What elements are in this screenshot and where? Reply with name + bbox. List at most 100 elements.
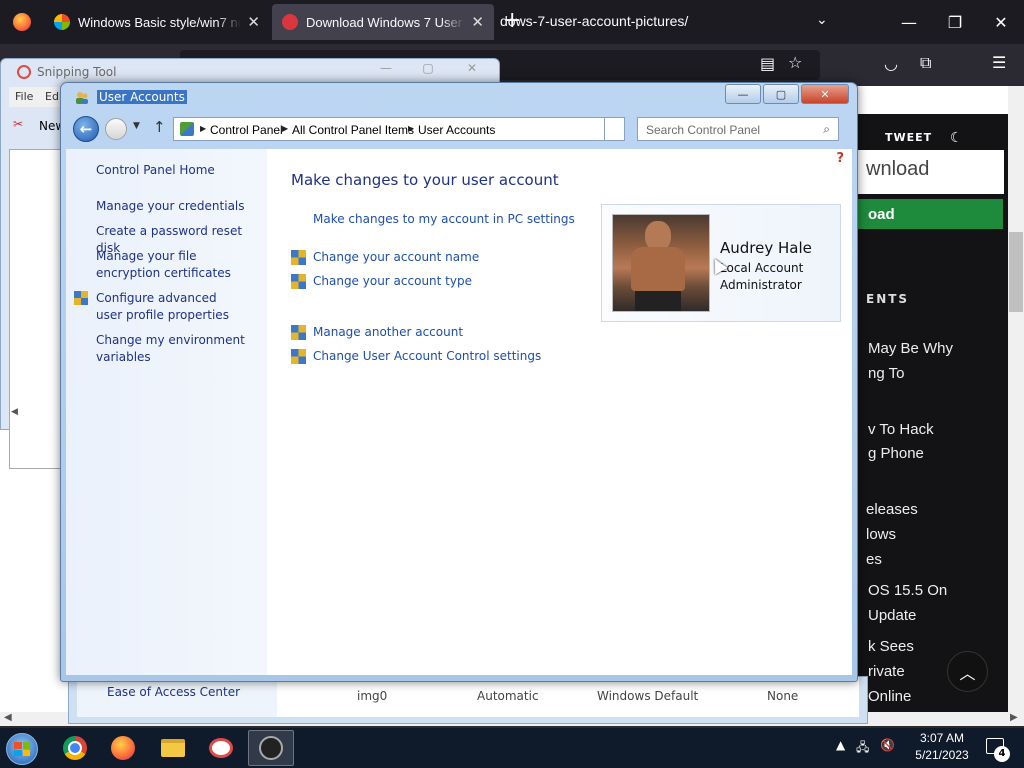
article-link[interactable]: ng To <box>868 361 904 386</box>
maximize-button[interactable]: ▢ <box>763 84 799 104</box>
taskbar-file-explorer[interactable] <box>150 730 196 766</box>
firefox-menu-button[interactable] <box>0 0 43 44</box>
tab-label: Download Windows 7 User Ac <box>306 14 466 30</box>
close-button[interactable]: ✕ <box>801 84 849 104</box>
hamburger-menu-icon[interactable]: ☰ <box>992 53 1006 72</box>
breadcrumb-user-accounts[interactable]: User Accounts <box>418 123 495 137</box>
manage-credentials-link[interactable]: Manage your credentials <box>96 198 245 215</box>
help-icon[interactable]: ? <box>836 151 844 166</box>
start-button[interactable] <box>6 733 38 765</box>
users-icon <box>76 92 88 104</box>
uac-shield-icon <box>291 274 306 289</box>
article-link[interactable]: Online <box>868 684 911 709</box>
breadcrumb-arrow-icon[interactable]: ▶ <box>408 124 414 133</box>
bookmark-star-icon[interactable]: ☆ <box>788 53 802 72</box>
article-link[interactable]: v To Hack <box>868 417 934 442</box>
manage-another-account-link[interactable]: Manage another account <box>313 325 463 339</box>
article-link[interactable]: es <box>866 547 882 572</box>
pocket-icon[interactable]: ◡ <box>884 54 898 73</box>
address-bar[interactable]: ▶ Control Panel ▶ All Control Panel Item… <box>173 117 625 141</box>
account-type: Local Account <box>720 261 804 275</box>
minimize-button[interactable]: — <box>886 0 932 44</box>
dark-mode-icon[interactable]: ☾ <box>950 130 963 146</box>
ease-of-access-link[interactable]: Ease of Access Center <box>107 685 240 699</box>
chevron-up-icon: ︿ <box>959 663 976 683</box>
extensions-icon[interactable]: ⧉ <box>920 53 931 73</box>
control-panel-home-link[interactable]: Control Panel Home <box>96 162 215 179</box>
taskbar-chrome[interactable] <box>52 730 98 766</box>
download-heading: wnload <box>866 158 930 180</box>
network-icon[interactable]: 🖧 <box>856 738 869 759</box>
reader-view-icon[interactable]: ▤ <box>760 54 775 73</box>
article-link[interactable]: rivate <box>868 659 905 684</box>
browser-tab-2[interactable]: Download Windows 7 User Ac ✕ <box>272 4 494 40</box>
maximize-button[interactable]: ▢ <box>413 61 443 75</box>
change-account-name-link[interactable]: Change your account name <box>313 250 479 264</box>
search-input[interactable]: Search Control Panel ⌕ <box>637 117 839 141</box>
close-button[interactable]: ✕ <box>457 61 487 75</box>
list-all-tabs-button[interactable]: ⌄ <box>816 12 828 28</box>
main-content-pane: ? Make changes to your user account Make… <box>267 149 852 675</box>
article-link[interactable]: k Sees <box>868 634 914 659</box>
snipping-tool-icon <box>17 65 31 79</box>
advanced-profile-link[interactable]: Configure advanced user profile properti… <box>96 290 246 324</box>
uac-shield-icon <box>74 291 88 305</box>
scroll-left-icon[interactable]: ◀ <box>4 712 12 723</box>
article-link[interactable]: OS 15.5 On <box>868 578 947 603</box>
article-link[interactable]: Update <box>868 603 916 628</box>
article-link[interactable]: eleases <box>866 497 918 522</box>
up-arrow-icon[interactable]: ↑ <box>153 118 166 136</box>
menu-file[interactable]: File <box>15 90 33 103</box>
scissors-icon: ✂ <box>13 117 24 131</box>
tab-close-icon[interactable]: ✕ <box>247 13 260 31</box>
scroll-to-top-button[interactable]: ︿ <box>947 651 988 692</box>
background-window: Ease of Access Center img0 Automatic Win… <box>68 676 868 724</box>
avatar-torso <box>631 247 685 291</box>
search-icon[interactable]: ⌕ <box>823 122 830 137</box>
file-encryption-link[interactable]: Manage your file encryption certificates <box>96 248 261 282</box>
recent-pages-icon[interactable]: ▼ <box>133 121 140 131</box>
taskbar-obs[interactable] <box>248 730 294 766</box>
close-button[interactable]: ✕ <box>978 0 1024 44</box>
breadcrumb-control-panel[interactable]: Control Panel <box>210 123 283 137</box>
article-link[interactable]: g Phone <box>868 441 924 466</box>
pc-settings-link[interactable]: Make changes to my account in PC setting… <box>313 212 575 226</box>
window-body: Control Panel Home Manage your credentia… <box>66 149 852 675</box>
site-favicon-icon <box>282 14 298 30</box>
back-button[interactable]: ← <box>73 116 99 142</box>
maximize-button[interactable]: ❐ <box>932 0 978 44</box>
uac-settings-link[interactable]: Change User Account Control settings <box>313 349 541 363</box>
article-link[interactable]: lows <box>866 522 896 547</box>
change-account-type-link[interactable]: Change your account type <box>313 274 472 288</box>
breadcrumb-all-items[interactable]: All Control Panel Items <box>292 123 414 137</box>
scroll-right-icon[interactable]: ▶ <box>1010 712 1018 723</box>
minimize-button[interactable]: — <box>725 84 761 104</box>
account-picture[interactable] <box>612 214 710 312</box>
taskbar-firefox[interactable] <box>100 730 146 766</box>
user-accounts-window[interactable]: User Accounts — ▢ ✕ ← ▼ ↑ ▶ Control Pane… <box>60 82 858 682</box>
taskbar-snipping-tool[interactable] <box>198 730 244 766</box>
tweet-button[interactable]: TWEET <box>885 131 932 144</box>
tab-label: Windows Basic style/win7 non <box>78 14 242 30</box>
minimize-button[interactable]: — <box>371 61 401 75</box>
forward-button[interactable] <box>105 118 127 140</box>
breadcrumb-arrow-icon[interactable]: ▶ <box>200 124 206 133</box>
tab-close-icon[interactable]: ✕ <box>471 13 484 31</box>
vertical-scrollbar[interactable] <box>1008 86 1024 712</box>
uac-shield-icon <box>291 325 306 340</box>
download-button[interactable]: oad <box>846 199 1003 229</box>
browser-tab-1[interactable]: Windows Basic style/win7 non ✕ <box>44 0 270 44</box>
volume-icon[interactable]: 🔇 <box>880 738 895 752</box>
show-hidden-icons-icon[interactable]: ▲ <box>836 738 845 752</box>
table-cell: img0 <box>357 689 388 703</box>
chrome-icon <box>63 736 87 760</box>
system-clock[interactable]: 3:07 AM 5/21/2023 <box>902 730 982 764</box>
windows-logo-icon <box>14 742 30 756</box>
article-link[interactable]: May Be Why <box>868 336 953 361</box>
url-text[interactable]: dows-7-user-account-pictures/ <box>500 13 688 29</box>
scroll-left-icon[interactable]: ◀ <box>11 407 18 417</box>
search-placeholder: Search Control Panel <box>646 123 761 137</box>
environment-variables-link[interactable]: Change my environment variables <box>96 332 246 366</box>
scrollbar-thumb[interactable] <box>1009 232 1023 312</box>
breadcrumb-arrow-icon[interactable]: ▶ <box>282 124 288 133</box>
